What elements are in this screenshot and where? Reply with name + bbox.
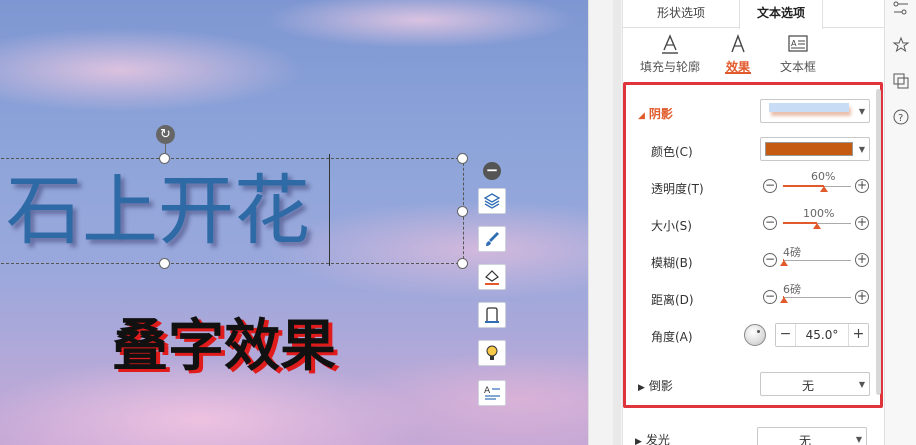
text-fill-icon [635,30,705,58]
canvas-scrollbar[interactable] [588,0,622,445]
tab-fill-outline[interactable]: 填充与轮廓 [635,30,705,75]
rotate-handle-icon[interactable]: ↻ [156,125,175,144]
slider-thumb[interactable] [780,297,789,303]
increase-icon[interactable]: + [855,179,869,193]
text-wrap-icon[interactable]: A [478,380,506,406]
slide-canvas[interactable]: 石上开花 ↻ 叠字效果 − A [0,0,588,445]
color-swatch [765,142,853,156]
sub-tab-label: 填充与轮廓 [639,60,700,74]
angle-value[interactable]: 45.0° [798,328,846,342]
angle-dial-indicator [757,330,760,333]
top-tabs: 形状选项 文本选项 [623,0,885,29]
reflection-heading: 倒影 [648,379,673,393]
crop-icon[interactable] [892,72,910,90]
slider-track [783,297,851,298]
chevron-down-icon: ▼ [855,435,862,444]
svg-text:?: ? [898,113,903,124]
svg-text:A: A [484,386,491,396]
transparency-label: 透明度(T) [651,182,704,196]
help-icon[interactable]: ? [892,108,910,126]
chevron-down-icon: ▼ [858,380,865,389]
shadow-preset-dropdown[interactable]: ▼ [760,99,870,123]
collapse-triangle-icon: ▶ [635,437,642,445]
resize-handle-bottom[interactable] [159,258,170,269]
blur-label: 模糊(B) [651,256,693,270]
canvas-scroll-thumb[interactable] [613,0,621,445]
slider-thumb[interactable] [813,223,821,229]
slider-value: 60% [811,170,836,183]
size-label: 大小(S) [651,219,692,233]
size-slider[interactable]: − 100% + [763,207,873,234]
effects-options-box: ◢ 阴影 ▼ 颜色(C) ▼ 透明度(T) − 60% + 大小(S) − 100… [623,82,883,408]
decrease-icon[interactable]: − [763,216,777,230]
increase-icon[interactable]: + [855,253,869,267]
text-caret [329,154,330,266]
svg-text:A: A [791,39,797,48]
sub-tabs: 填充与轮廓 效果 A 文本框 [623,30,885,78]
glow-dropdown[interactable]: 无 ▼ [757,427,867,445]
angle-stepper[interactable]: − 45.0° + [775,323,869,347]
layers-icon[interactable] [478,188,506,214]
resize-handle-right[interactable] [457,206,468,217]
slider-thumb[interactable] [780,260,789,266]
glow-heading: 发光 [645,433,670,445]
angle-dial[interactable] [744,324,766,346]
increase-icon[interactable]: + [855,216,869,230]
distance-label: 距离(D) [651,293,694,307]
collapse-toolbar-button[interactable]: − [483,162,501,180]
collapse-triangle-icon: ▶ [638,383,645,393]
decrease-icon[interactable]: − [763,253,777,267]
resize-handle-top-right[interactable] [457,153,468,164]
glow-section-toggle[interactable]: ▶ 发光 [635,431,670,445]
shadow-heading: 阴影 [648,107,673,121]
slider-thumb[interactable] [819,186,828,192]
title-text[interactable]: 石上开花 [6,166,310,256]
chevron-down-icon: ▼ [858,145,865,154]
brush-icon[interactable] [478,226,506,252]
fill-icon[interactable] [478,264,506,290]
color-label: 颜色(C) [651,145,693,159]
glow-value: 无 [798,434,811,445]
side-icon-strip: ? [884,0,916,445]
slider-fill [783,185,824,187]
resize-handle-bottom-right[interactable] [457,258,468,269]
shadow-color-picker[interactable]: ▼ [760,137,870,161]
shadow-preview [769,103,849,112]
slider-value: 6磅 [783,283,801,296]
decrease-icon[interactable]: − [763,179,777,193]
decrease-icon[interactable]: − [776,324,796,346]
bulb-icon[interactable] [478,340,506,366]
options-scrollbar[interactable] [876,89,881,395]
textbox-icon: A [763,30,833,58]
tab-text-options[interactable]: 文本选项 [739,0,823,29]
blur-slider[interactable]: − 4磅 + [763,246,873,271]
slider-value: 100% [803,207,835,220]
frame-icon[interactable] [478,302,506,328]
properties-panel: 形状选项 文本选项 填充与轮廓 效果 A 文本框 ◢ 阴影 ▼ 颜色(C) ▼ … [622,0,885,445]
resize-handle-top[interactable] [159,153,170,164]
properties-icon[interactable] [892,0,910,18]
reflection-dropdown[interactable]: 无 ▼ [760,372,870,396]
slider-track [783,260,851,261]
active-tab-underline [725,72,751,74]
shadow-section-toggle[interactable]: ◢ 阴影 [638,105,673,122]
tab-textbox[interactable]: A 文本框 [763,30,833,75]
slider-fill [783,222,817,224]
slider-value: 4磅 [783,246,801,259]
angle-label: 角度(A) [651,330,693,344]
subtitle-text[interactable]: 叠字效果 [112,312,336,382]
reflection-value: 无 [801,379,814,393]
star-icon[interactable] [892,36,910,54]
tab-shape-options[interactable]: 形状选项 [623,0,739,28]
increase-icon[interactable]: + [855,290,869,304]
transparency-slider[interactable]: − 60% + [763,170,873,197]
decrease-icon[interactable]: − [763,290,777,304]
reflection-section-toggle[interactable]: ▶ 倒影 [638,377,673,394]
increase-icon[interactable]: + [848,324,868,346]
distance-slider[interactable]: − 6磅 + [763,283,873,308]
sub-tab-label: 文本框 [779,60,816,74]
chevron-down-icon: ▼ [858,107,865,116]
expand-triangle-icon: ◢ [638,111,645,121]
